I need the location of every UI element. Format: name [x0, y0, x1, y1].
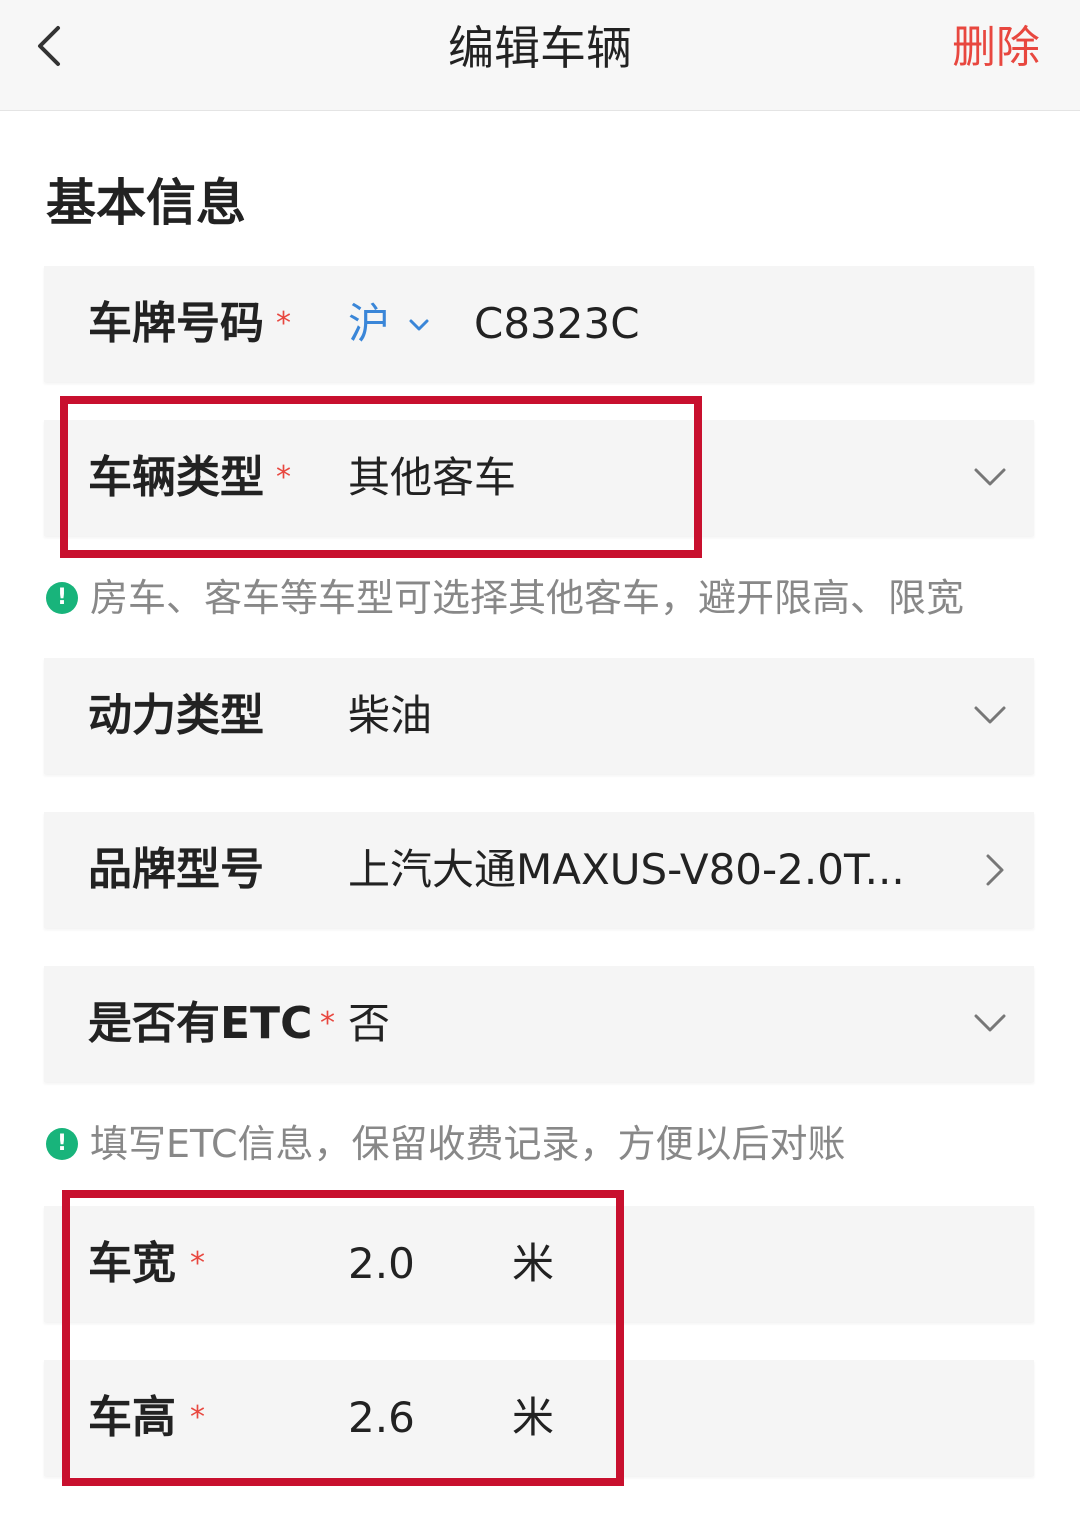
etc-row[interactable]: 是否有ETC * 否 — [44, 966, 1034, 1082]
required-mark: * — [276, 460, 291, 495]
plate-number-input[interactable]: C8323C — [474, 266, 640, 382]
vehicle-type-label: 车辆类型 — [88, 452, 264, 503]
chevron-right-icon[interactable] — [984, 852, 1006, 888]
info-icon: ! — [46, 582, 78, 614]
delete-button[interactable]: 删除 — [952, 20, 1040, 76]
width-unit: 米 — [512, 1239, 555, 1288]
required-mark: * — [320, 1006, 335, 1041]
chevron-down-icon[interactable] — [972, 1010, 1008, 1036]
section-title: 基本信息 — [46, 174, 246, 232]
chevron-down-icon[interactable] — [972, 464, 1008, 490]
width-row: 车宽 * 2.0 米 — [44, 1206, 1034, 1322]
chevron-down-icon[interactable] — [972, 702, 1008, 728]
top-bar: 编辑车辆 删除 — [0, 0, 1080, 111]
info-icon: ! — [46, 1128, 78, 1160]
edit-vehicle-page: 编辑车辆 删除 基本信息 车牌号码 * 沪 C8323C 车辆类型 * 其他客车… — [0, 0, 1080, 1518]
hint-text: 房车、客车等车型可选择其他客车，避开限高、限宽 — [90, 576, 965, 620]
required-mark: * — [190, 1246, 205, 1281]
height-input[interactable]: 2.6 — [348, 1360, 415, 1476]
power-type-label: 动力类型 — [88, 690, 264, 741]
required-mark: * — [276, 306, 291, 341]
height-label: 车高 — [88, 1392, 176, 1443]
brand-model-value: 上汽大通MAXUS-V80-2.0T... — [348, 845, 905, 894]
width-input[interactable]: 2.0 — [348, 1206, 415, 1322]
required-mark: * — [190, 1400, 205, 1435]
plate-row: 车牌号码 * 沪 C8323C — [44, 266, 1034, 382]
page-title: 编辑车辆 — [448, 21, 632, 75]
etc-value: 否 — [348, 999, 391, 1048]
etc-label: 是否有ETC — [88, 998, 313, 1049]
chevron-down-icon[interactable] — [408, 318, 430, 332]
power-type-row[interactable]: 动力类型 柴油 — [44, 658, 1034, 774]
height-unit: 米 — [512, 1393, 555, 1442]
brand-model-label: 品牌型号 — [88, 844, 264, 895]
height-row: 车高 * 2.6 米 — [44, 1360, 1034, 1476]
vehicle-type-value: 其他客车 — [348, 453, 517, 502]
vehicle-type-hint: ! 房车、客车等车型可选择其他客车，避开限高、限宽 — [46, 568, 1046, 628]
plate-label: 车牌号码 — [88, 298, 264, 349]
brand-model-row[interactable]: 品牌型号 上汽大通MAXUS-V80-2.0T... — [44, 812, 1034, 928]
province-selector[interactable]: 沪 — [348, 266, 390, 382]
vehicle-type-row[interactable]: 车辆类型 * 其他客车 — [44, 420, 1034, 536]
width-label: 车宽 — [88, 1238, 176, 1289]
etc-hint: ! 填写ETC信息，保留收费记录，方便以后对账 — [46, 1114, 1046, 1174]
power-type-value: 柴油 — [348, 691, 433, 740]
hint-text: 填写ETC信息，保留收费记录，方便以后对账 — [90, 1122, 846, 1166]
